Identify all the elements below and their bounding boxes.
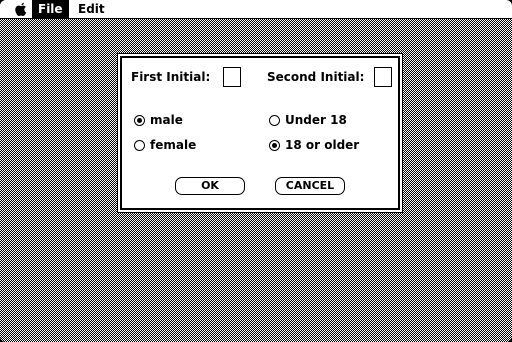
second-initial-field[interactable] (374, 67, 392, 87)
apple-icon[interactable] (14, 2, 28, 17)
radio-male-label: male (150, 113, 183, 127)
second-initial-label: Second Initial: (267, 70, 365, 84)
radio-female-label: female (150, 138, 197, 152)
menu-file[interactable]: File (32, 0, 69, 18)
radio-18-or-older[interactable]: 18 or older (269, 138, 359, 152)
radio-female[interactable]: female (134, 138, 196, 152)
ok-button[interactable]: OK (175, 177, 245, 195)
radio-male-button[interactable] (134, 114, 145, 126)
radio-under-18[interactable]: Under 18 (269, 113, 347, 127)
dialog-frame: First Initial: Second Initial: male fema… (120, 56, 400, 210)
desktop: File Edit First Initial: Second Initial:… (0, 0, 512, 342)
first-initial-label: First Initial: (131, 70, 211, 84)
cancel-button[interactable]: CANCEL (275, 177, 345, 195)
dialog-window: First Initial: Second Initial: male fema… (117, 53, 403, 213)
menu-bar: File Edit (0, 0, 512, 19)
radio-18-or-older-label: 18 or older (285, 138, 360, 152)
radio-under-18-button[interactable] (269, 114, 280, 126)
radio-18-or-older-button[interactable] (269, 139, 280, 151)
radio-under-18-label: Under 18 (285, 113, 347, 127)
radio-female-button[interactable] (134, 139, 145, 151)
menu-edit[interactable]: Edit (72, 0, 111, 18)
radio-male[interactable]: male (134, 113, 183, 127)
first-initial-field[interactable] (223, 67, 241, 87)
